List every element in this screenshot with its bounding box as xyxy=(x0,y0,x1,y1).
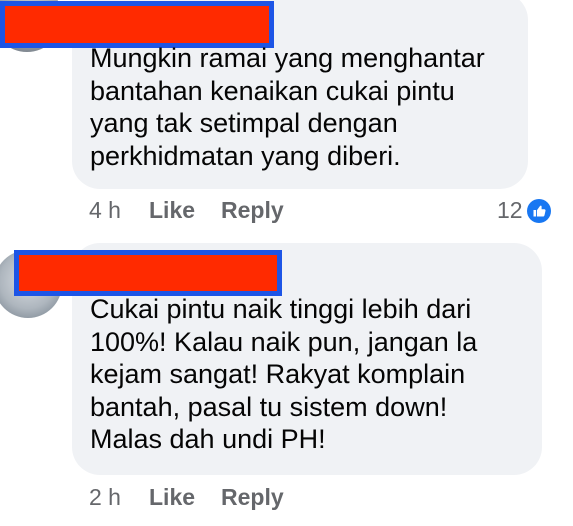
comment-text: Cukai pintu naik tinggi lebih dari 100%!… xyxy=(90,294,478,454)
like-button[interactable]: Like xyxy=(149,197,195,224)
comment-timestamp[interactable]: 2 h xyxy=(89,484,149,511)
reply-button[interactable]: Reply xyxy=(221,484,284,511)
reply-button[interactable]: Reply xyxy=(221,197,284,224)
reaction-count: 12 xyxy=(497,197,523,223)
reaction-summary[interactable]: 12 xyxy=(497,197,551,224)
comment-text: Mungkin ramai yang menghantar bantahan k… xyxy=(90,43,485,171)
redacted-commenter-name xyxy=(0,1,274,48)
thumbs-up-icon xyxy=(526,198,551,223)
comment-actions: 4 h Like Reply xyxy=(89,197,310,224)
redacted-commenter-name xyxy=(14,250,282,296)
comment-actions: 2 h Like Reply xyxy=(89,484,310,511)
like-button[interactable]: Like xyxy=(149,484,195,511)
comment-timestamp[interactable]: 4 h xyxy=(89,197,149,224)
